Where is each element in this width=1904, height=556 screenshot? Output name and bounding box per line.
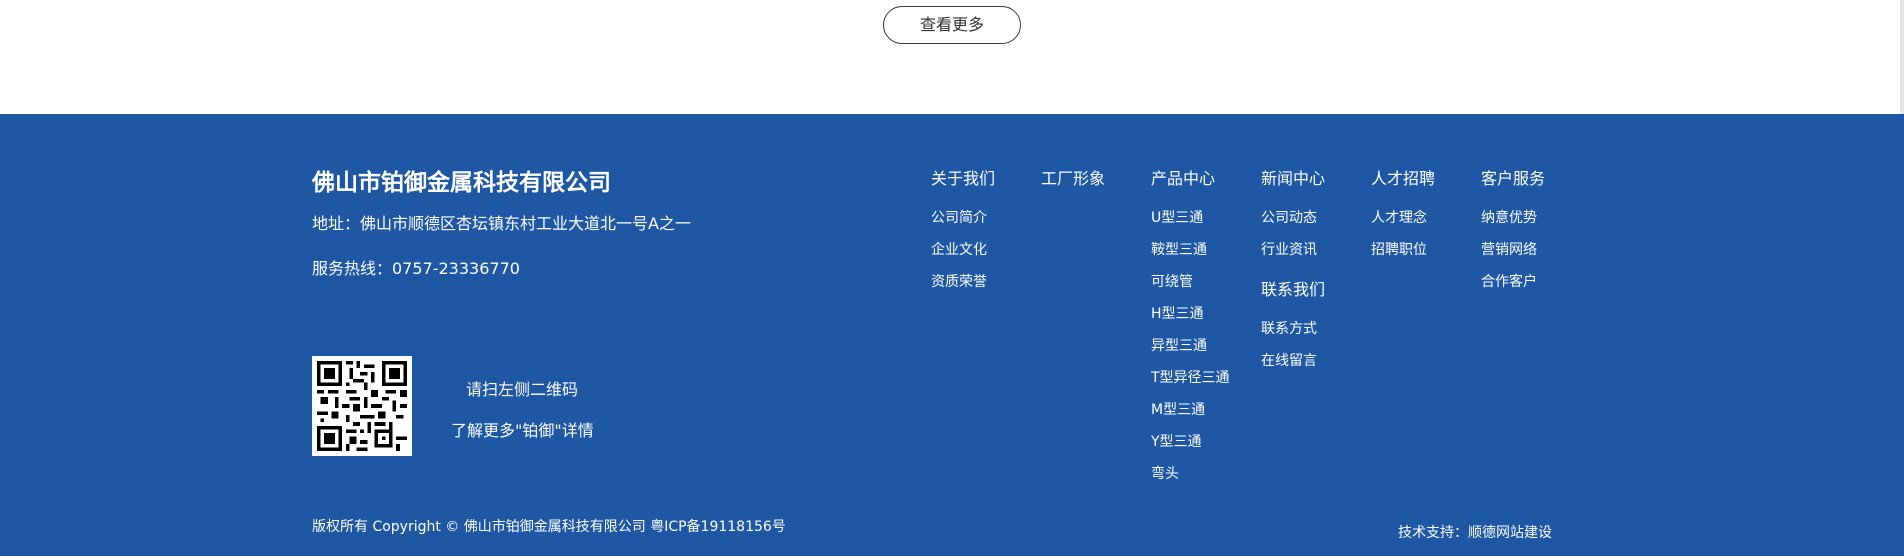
nav-item-contact-info[interactable]: 联系方式 — [1261, 313, 1325, 345]
view-more-button[interactable]: 查看更多 — [883, 6, 1021, 44]
top-section: 查看更多 — [0, 0, 1904, 114]
nav-list-contact: 联系方式 在线留言 — [1261, 313, 1325, 377]
nav-title-service[interactable]: 客户服务 — [1481, 169, 1545, 189]
nav-column-service: 客户服务 纳意优势 营销网络 合作客户 — [1481, 169, 1545, 298]
nav-item-product[interactable]: 弯头 — [1151, 458, 1230, 490]
nav-item-product[interactable]: Y型三通 — [1151, 426, 1230, 458]
nav-column-careers: 人才招聘 人才理念 招聘职位 — [1371, 169, 1435, 266]
nav-item-product[interactable]: T型异径三通 — [1151, 362, 1230, 394]
copyright-text: 版权所有 Copyright © 佛山市铂御金属科技有限公司 粤ICP备1911… — [312, 519, 786, 535]
nav-item-sales-network[interactable]: 营销网络 — [1481, 234, 1545, 266]
nav-title-factory[interactable]: 工厂形象 — [1041, 169, 1105, 189]
service-hotline: 服务热线：0757-23336770 — [312, 259, 520, 278]
nav-item-product[interactable]: 鞍型三通 — [1151, 234, 1230, 266]
nav-item-product[interactable]: H型三通 — [1151, 298, 1230, 330]
nav-list-products: U型三通 鞍型三通 可绕管 H型三通 异型三通 T型异径三通 M型三通 Y型三通… — [1151, 202, 1230, 490]
nav-column-news: 新闻中心 公司动态 行业资讯 联系我们 联系方式 在线留言 — [1261, 169, 1325, 377]
tech-support-link[interactable]: 技术支持：顺德网站建设 — [1398, 522, 1552, 542]
nav-item-product[interactable]: M型三通 — [1151, 394, 1230, 426]
nav-item-online-message[interactable]: 在线留言 — [1261, 345, 1325, 377]
nav-column-products: 产品中心 U型三通 鞍型三通 可绕管 H型三通 异型三通 T型异径三通 M型三通… — [1151, 169, 1230, 490]
scrollbar[interactable] — [1900, 0, 1904, 114]
qr-scan-hint: 请扫左侧二维码 — [466, 380, 579, 399]
nav-item-product[interactable]: U型三通 — [1151, 202, 1230, 234]
nav-column-about: 关于我们 公司简介 企业文化 资质荣誉 — [931, 169, 995, 298]
nav-item-company-intro[interactable]: 公司简介 — [931, 202, 995, 234]
qr-code-icon — [317, 361, 407, 451]
site-footer: 佛山市铂御金属科技有限公司 地址：佛山市顺德区杏坛镇东村工业大道北一号A之一 服… — [0, 114, 1904, 556]
nav-title-products[interactable]: 产品中心 — [1151, 169, 1230, 189]
nav-list-service: 纳意优势 营销网络 合作客户 — [1481, 202, 1545, 298]
nav-list-news: 公司动态 行业资讯 — [1261, 202, 1325, 266]
nav-item-corporate-culture[interactable]: 企业文化 — [931, 234, 995, 266]
nav-list-about: 公司简介 企业文化 资质荣誉 — [931, 202, 995, 298]
nav-item-partners[interactable]: 合作客户 — [1481, 266, 1545, 298]
nav-item-product[interactable]: 可绕管 — [1151, 266, 1230, 298]
nav-title-about[interactable]: 关于我们 — [931, 169, 995, 189]
nav-list-careers: 人才理念 招聘职位 — [1371, 202, 1435, 266]
qr-code-image — [312, 356, 412, 456]
nav-column-factory: 工厂形象 — [1041, 169, 1105, 189]
nav-item-job-openings[interactable]: 招聘职位 — [1371, 234, 1435, 266]
nav-item-industry-news[interactable]: 行业资讯 — [1261, 234, 1325, 266]
qr-learn-more: 了解更多"铂御"详情 — [451, 421, 594, 440]
nav-title-contact[interactable]: 联系我们 — [1261, 280, 1325, 300]
nav-item-company-news[interactable]: 公司动态 — [1261, 202, 1325, 234]
nav-item-talent-philosophy[interactable]: 人才理念 — [1371, 202, 1435, 234]
nav-item-product[interactable]: 异型三通 — [1151, 330, 1230, 362]
nav-item-advantages[interactable]: 纳意优势 — [1481, 202, 1545, 234]
nav-title-careers[interactable]: 人才招聘 — [1371, 169, 1435, 189]
company-name: 佛山市铂御金属科技有限公司 — [312, 170, 611, 196]
company-address: 地址：佛山市顺德区杏坛镇东村工业大道北一号A之一 — [312, 214, 691, 233]
nav-item-qualifications[interactable]: 资质荣誉 — [931, 266, 995, 298]
nav-title-news[interactable]: 新闻中心 — [1261, 169, 1325, 189]
